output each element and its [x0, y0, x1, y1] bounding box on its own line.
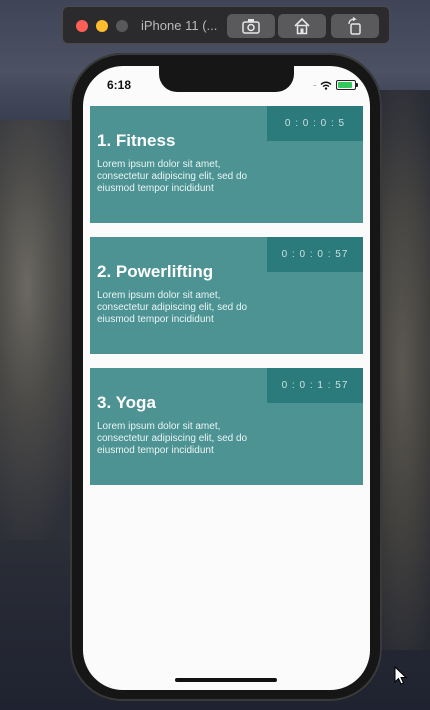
notch [159, 66, 294, 92]
home-icon [294, 17, 310, 35]
status-time: 6:18 [107, 78, 132, 92]
battery-icon [336, 80, 358, 90]
workout-card-powerlifting[interactable]: 0 : 0 : 0 : 57 2. Powerlifting Lorem ips… [90, 237, 363, 354]
close-window-button[interactable] [76, 20, 88, 32]
workout-list: 0 : 0 : 0 : 5 1. Fitness Lorem ipsum dol… [90, 106, 363, 499]
workout-title: 3. Yoga [97, 393, 156, 412]
signal-dots: ..... [312, 82, 317, 88]
minimize-window-button[interactable] [96, 20, 108, 32]
phone-screen: 6:18 ..... 0 : 0 : 0 : 5 1. Fitness Lore… [83, 66, 370, 690]
workout-description: Lorem ipsum dolor sit amet, consectetur … [97, 159, 248, 194]
screenshot-button[interactable] [227, 14, 275, 38]
workout-description: Lorem ipsum dolor sit amet, consectetur … [97, 290, 248, 325]
workout-timer: 0 : 0 : 0 : 57 [267, 237, 363, 272]
rotate-button[interactable] [331, 14, 379, 38]
camera-icon [242, 19, 260, 34]
workout-card-fitness[interactable]: 0 : 0 : 0 : 5 1. Fitness Lorem ipsum dol… [90, 106, 363, 223]
workout-title: 1. Fitness [97, 131, 176, 150]
workout-title: 2. Powerlifting [97, 262, 214, 281]
simulator-toolbar: iPhone 11 (... [62, 6, 390, 44]
rotate-icon [348, 17, 361, 35]
workout-timer: 0 : 0 : 0 : 5 [267, 106, 363, 141]
zoom-window-button[interactable] [116, 20, 128, 32]
workout-description: Lorem ipsum dolor sit amet, consectetur … [97, 421, 248, 456]
workout-timer: 0 : 0 : 1 : 57 [267, 368, 363, 403]
wifi-icon [320, 81, 332, 90]
home-indicator[interactable] [175, 678, 277, 682]
home-button[interactable] [278, 14, 326, 38]
simulator-title: iPhone 11 (... [141, 18, 218, 33]
workout-card-yoga[interactable]: 0 : 0 : 1 : 57 3. Yoga Lorem ipsum dolor… [90, 368, 363, 485]
mouse-cursor-icon [394, 666, 408, 685]
status-icons: ..... [312, 80, 358, 90]
